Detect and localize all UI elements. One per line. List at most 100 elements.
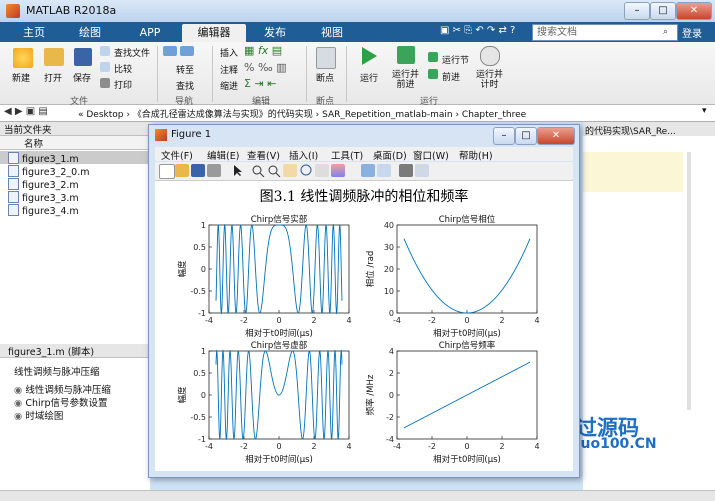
window-title: MATLAB R2018a [26, 4, 117, 17]
y-tick-label: -4 [386, 435, 394, 444]
y-tick-label: 1 [201, 347, 206, 356]
indent-tools-icons[interactable]: Σ ⇥ ⇤ [244, 77, 276, 90]
advance-button[interactable]: 前进 [442, 70, 460, 83]
zoom-out-icon[interactable] [267, 164, 281, 178]
close-button[interactable]: ✕ [676, 2, 712, 20]
menu-view[interactable]: 查看(V) [247, 148, 280, 162]
background-window-path: 的代码实现\SAR_Re... [585, 127, 676, 137]
menu-help[interactable]: 帮助(H) [459, 148, 493, 162]
subplot-title: Chirp信号虚部 [251, 340, 308, 351]
open-file-icon[interactable] [175, 164, 189, 177]
nav-arrows-icon[interactable]: ◀ ▶ ▣ ▤ [4, 106, 48, 117]
login-link[interactable]: 登录 [682, 25, 702, 40]
figure-maximize-button[interactable]: □ [515, 127, 537, 145]
search-icon[interactable]: ⌕ [663, 27, 668, 37]
run-and-time-button[interactable]: 运行并 计时 [476, 70, 503, 90]
menu-desktop[interactable]: 桌面(D) [373, 148, 407, 162]
find-files-button[interactable]: 查找文件 [114, 46, 150, 59]
colorbar-icon[interactable] [361, 164, 375, 177]
current-path[interactable]: « Desktop › 《合成孔径雷达成像算法与实现》的代码实现 › SAR_R… [78, 107, 526, 120]
details-header: figure3_1.m (脚本) [0, 344, 158, 358]
back-arrow-icon[interactable] [163, 46, 177, 56]
indent-button[interactable]: 缩进 [220, 79, 238, 92]
quick-access-toolbar[interactable]: ▣ ✂ ⎘ ↶ ↷ ⇄ ? [440, 25, 515, 36]
data-cursor-icon[interactable] [315, 164, 329, 177]
y-tick-label: -1 [198, 309, 206, 318]
title-bar: MATLAB R2018a – □ ✕ [0, 0, 715, 22]
file-item[interactable]: figure3_1.m [8, 152, 79, 165]
minimize-button[interactable]: – [624, 2, 650, 20]
insert-button[interactable]: 插入 [220, 46, 238, 59]
plots-svg: 图3.1 线性调频脉冲的相位和频率 -4 -2 0 2 4 -1 -0.5 0 0.5 1 Chir… [177, 188, 540, 465]
x-tick-label: 2 [499, 316, 504, 325]
scroll-track[interactable] [687, 152, 691, 410]
run-and-advance-icon [397, 46, 415, 64]
save-button[interactable]: 保存 [73, 71, 91, 84]
compare-button[interactable]: 比较 [114, 62, 132, 75]
y-tick-label: -0.5 [190, 287, 206, 296]
comment-tools-icons[interactable]: % ‰ ▥ [244, 61, 287, 74]
tab-plots[interactable]: 绘图 [62, 24, 118, 42]
tab-apps[interactable]: APP [122, 24, 178, 42]
file-item[interactable]: figure3_4.m [8, 204, 79, 217]
details-item[interactable]: ◉ 时域绘图 [14, 408, 63, 422]
tab-view[interactable]: 视图 [304, 24, 360, 42]
find-button[interactable]: 查找 [176, 79, 194, 92]
figure-logo-icon [155, 129, 167, 141]
rotate-3d-icon[interactable] [299, 164, 313, 177]
status-bar [0, 490, 715, 501]
figure-minimize-button[interactable]: – [493, 127, 515, 145]
figure-toolbar [155, 162, 573, 181]
ribbon-separator [212, 46, 213, 102]
open-button[interactable]: 打开 [44, 71, 62, 84]
legend-icon[interactable] [377, 164, 391, 177]
x-axis-label: 相对于t0时间(μs) [245, 328, 313, 339]
insert-tools-icons[interactable]: ▦ fx ▤ [244, 44, 282, 57]
menu-file[interactable]: 文件(F) [161, 148, 193, 162]
run-and-time-icon [480, 46, 500, 66]
zoom-in-icon[interactable] [251, 164, 265, 178]
tab-home[interactable]: 主页 [10, 24, 58, 42]
panel-header: 当前文件夹 [0, 122, 154, 136]
y-tick-label: 4 [389, 347, 394, 356]
brush-icon[interactable] [331, 164, 345, 177]
file-item[interactable]: figure3_2.m [8, 178, 79, 191]
print-button[interactable]: 打印 [114, 78, 132, 91]
address-bar[interactable]: ◀ ▶ ▣ ▤ « Desktop › 《合成孔径雷达成像算法与实现》的代码实现… [0, 105, 715, 122]
menu-insert[interactable]: 插入(I) [289, 148, 318, 162]
pan-icon[interactable] [283, 164, 297, 177]
menu-window[interactable]: 窗口(W) [413, 148, 449, 162]
maximize-button[interactable]: □ [650, 2, 676, 20]
y-tick-label: 0 [201, 391, 206, 400]
x-tick-label: -2 [428, 316, 436, 325]
run-button[interactable]: 运行 [360, 71, 378, 84]
run-and-advance-button[interactable]: 运行并 前进 [392, 70, 419, 90]
print-figure-icon[interactable] [207, 164, 221, 177]
new-button[interactable]: 新建 [12, 71, 30, 84]
figure-window[interactable]: Figure 1 – □ ✕ 文件(F) 编辑(E) 查看(V) 插入(I) 工… [148, 124, 580, 478]
details-item[interactable]: ◉ 线性调频与脉冲压缩 [14, 382, 111, 396]
search-input[interactable]: 搜索文档 [532, 24, 678, 41]
details-item[interactable]: ◉ Chirp信号参数设置 [14, 395, 108, 409]
file-item[interactable]: figure3_3.m [8, 191, 79, 204]
forward-arrow-icon[interactable] [180, 46, 194, 56]
file-item[interactable]: figure3_2_0.m [8, 165, 89, 178]
file-name: figure3_1.m [22, 154, 79, 165]
pointer-icon[interactable] [231, 164, 245, 177]
run-section-button[interactable]: 运行节 [442, 53, 469, 66]
figure-close-button[interactable]: ✕ [537, 127, 575, 145]
save-figure-icon[interactable] [191, 164, 205, 177]
menu-tools[interactable]: 工具(T) [331, 148, 363, 162]
show-plot-tools-icon[interactable] [415, 164, 429, 177]
path-dropdown-icon[interactable]: ▾ [702, 106, 707, 116]
tab-publish[interactable]: 发布 [250, 24, 300, 42]
x-tick-label: 2 [499, 442, 504, 451]
goto-button[interactable]: 转至 [176, 63, 194, 76]
tab-editor[interactable]: 编辑器 [182, 24, 246, 42]
breakpoints-button[interactable]: 断点 [316, 71, 334, 84]
comment-button[interactable]: 注释 [220, 63, 238, 76]
new-figure-icon[interactable] [159, 164, 175, 179]
menu-edit[interactable]: 编辑(E) [207, 148, 239, 162]
y-tick-label: -2 [386, 413, 394, 422]
hide-plot-tools-icon[interactable] [399, 164, 413, 177]
